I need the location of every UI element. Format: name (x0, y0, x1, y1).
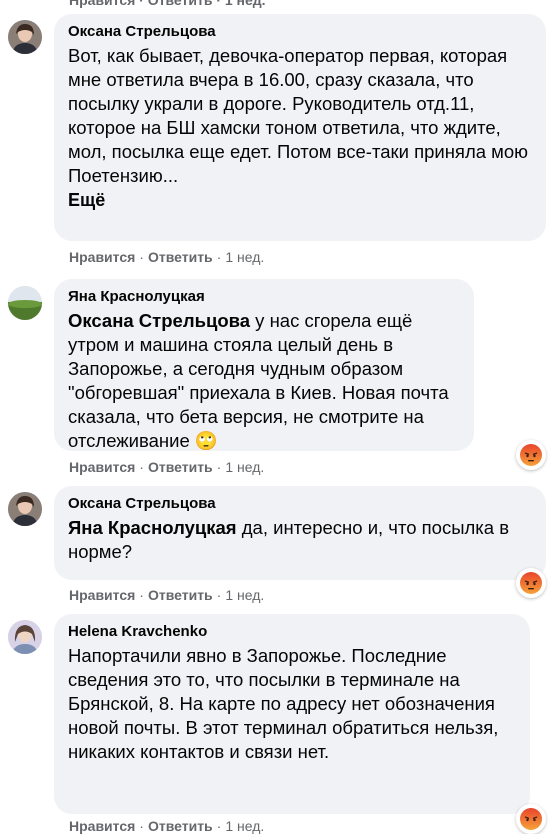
comment-author[interactable]: Яна Краснолуцкая (68, 288, 460, 305)
comment-time[interactable]: 1 нед. (225, 459, 264, 475)
rolling-eyes-emoji: 🙄 (194, 430, 218, 451)
like-button[interactable]: Нравится (69, 587, 135, 603)
like-button[interactable]: Нравится (69, 818, 135, 834)
mention-link[interactable]: Яна Краснолуцкая (68, 517, 237, 538)
comment-actions: Нравится · Ответить · 1 нед. (69, 587, 265, 603)
comment-author[interactable]: Оксана Стрельцова (68, 495, 532, 512)
see-more-link[interactable]: Ещё (68, 188, 532, 212)
avatar[interactable] (8, 20, 42, 54)
angry-reaction-icon (520, 808, 542, 830)
comment-bubble: Оксана Стрельцова Вот, как бывает, девоч… (54, 14, 546, 241)
like-button[interactable]: Нравится (69, 249, 135, 265)
angry-reaction-icon (520, 572, 542, 594)
comment-bubble: Helena Kravchenko Напортачили явно в Зап… (54, 614, 530, 814)
comment-author[interactable]: Helena Kravchenko (68, 623, 516, 640)
comment-text: Яна Краснолуцкая да, интересно и, что по… (68, 516, 532, 564)
avatar[interactable] (8, 492, 42, 526)
comment-body: Вот, как бывает, девочка-оператор первая… (68, 45, 529, 186)
avatar[interactable] (8, 620, 42, 654)
comment-body: Напортачили явно в Запорожье. Последние … (68, 645, 499, 762)
reply-button[interactable]: Ответить (148, 587, 213, 603)
comment-text: Вот, как бывает, девочка-оператор первая… (68, 44, 532, 212)
comment-time[interactable]: 1 нед. (225, 818, 264, 834)
reaction-badge[interactable] (516, 568, 546, 598)
avatar[interactable] (8, 286, 42, 320)
comment-text: Напортачили явно в Запорожье. Последние … (68, 644, 516, 764)
reply-button[interactable]: Ответить (148, 249, 213, 265)
reply-button[interactable]: Ответить (148, 818, 213, 834)
comment-actions: Нравится · Ответить · 1 нед. (69, 818, 265, 834)
comment-actions: Нравится · Ответить · 1 нед. (69, 459, 265, 475)
reaction-badge[interactable] (516, 804, 546, 834)
reaction-badge[interactable] (516, 440, 546, 470)
angry-reaction-icon (520, 444, 542, 466)
like-button[interactable]: Нравится (69, 459, 135, 475)
comment-bubble: Оксана Стрельцова Яна Краснолуцкая да, и… (54, 486, 546, 580)
comment-time[interactable]: 1 нед. (225, 587, 264, 603)
mention-link[interactable]: Оксана Стрельцова (68, 310, 250, 331)
reply-button[interactable]: Ответить (148, 459, 213, 475)
comment-time[interactable]: 1 нед. (225, 249, 264, 265)
comment-body: у нас сгорела ещё утром и машина стояла … (68, 310, 449, 451)
comment-actions: Нравится · Ответить · 1 нед. (69, 249, 265, 265)
cropped-actions: Нравится · Ответить · 1 нед. (69, 0, 266, 8)
comment-author[interactable]: Оксана Стрельцова (68, 23, 532, 40)
comment-text: Оксана Стрельцова у нас сгорела ещё утро… (68, 309, 460, 453)
comment-bubble: Яна Краснолуцкая Оксана Стрельцова у нас… (54, 279, 474, 451)
